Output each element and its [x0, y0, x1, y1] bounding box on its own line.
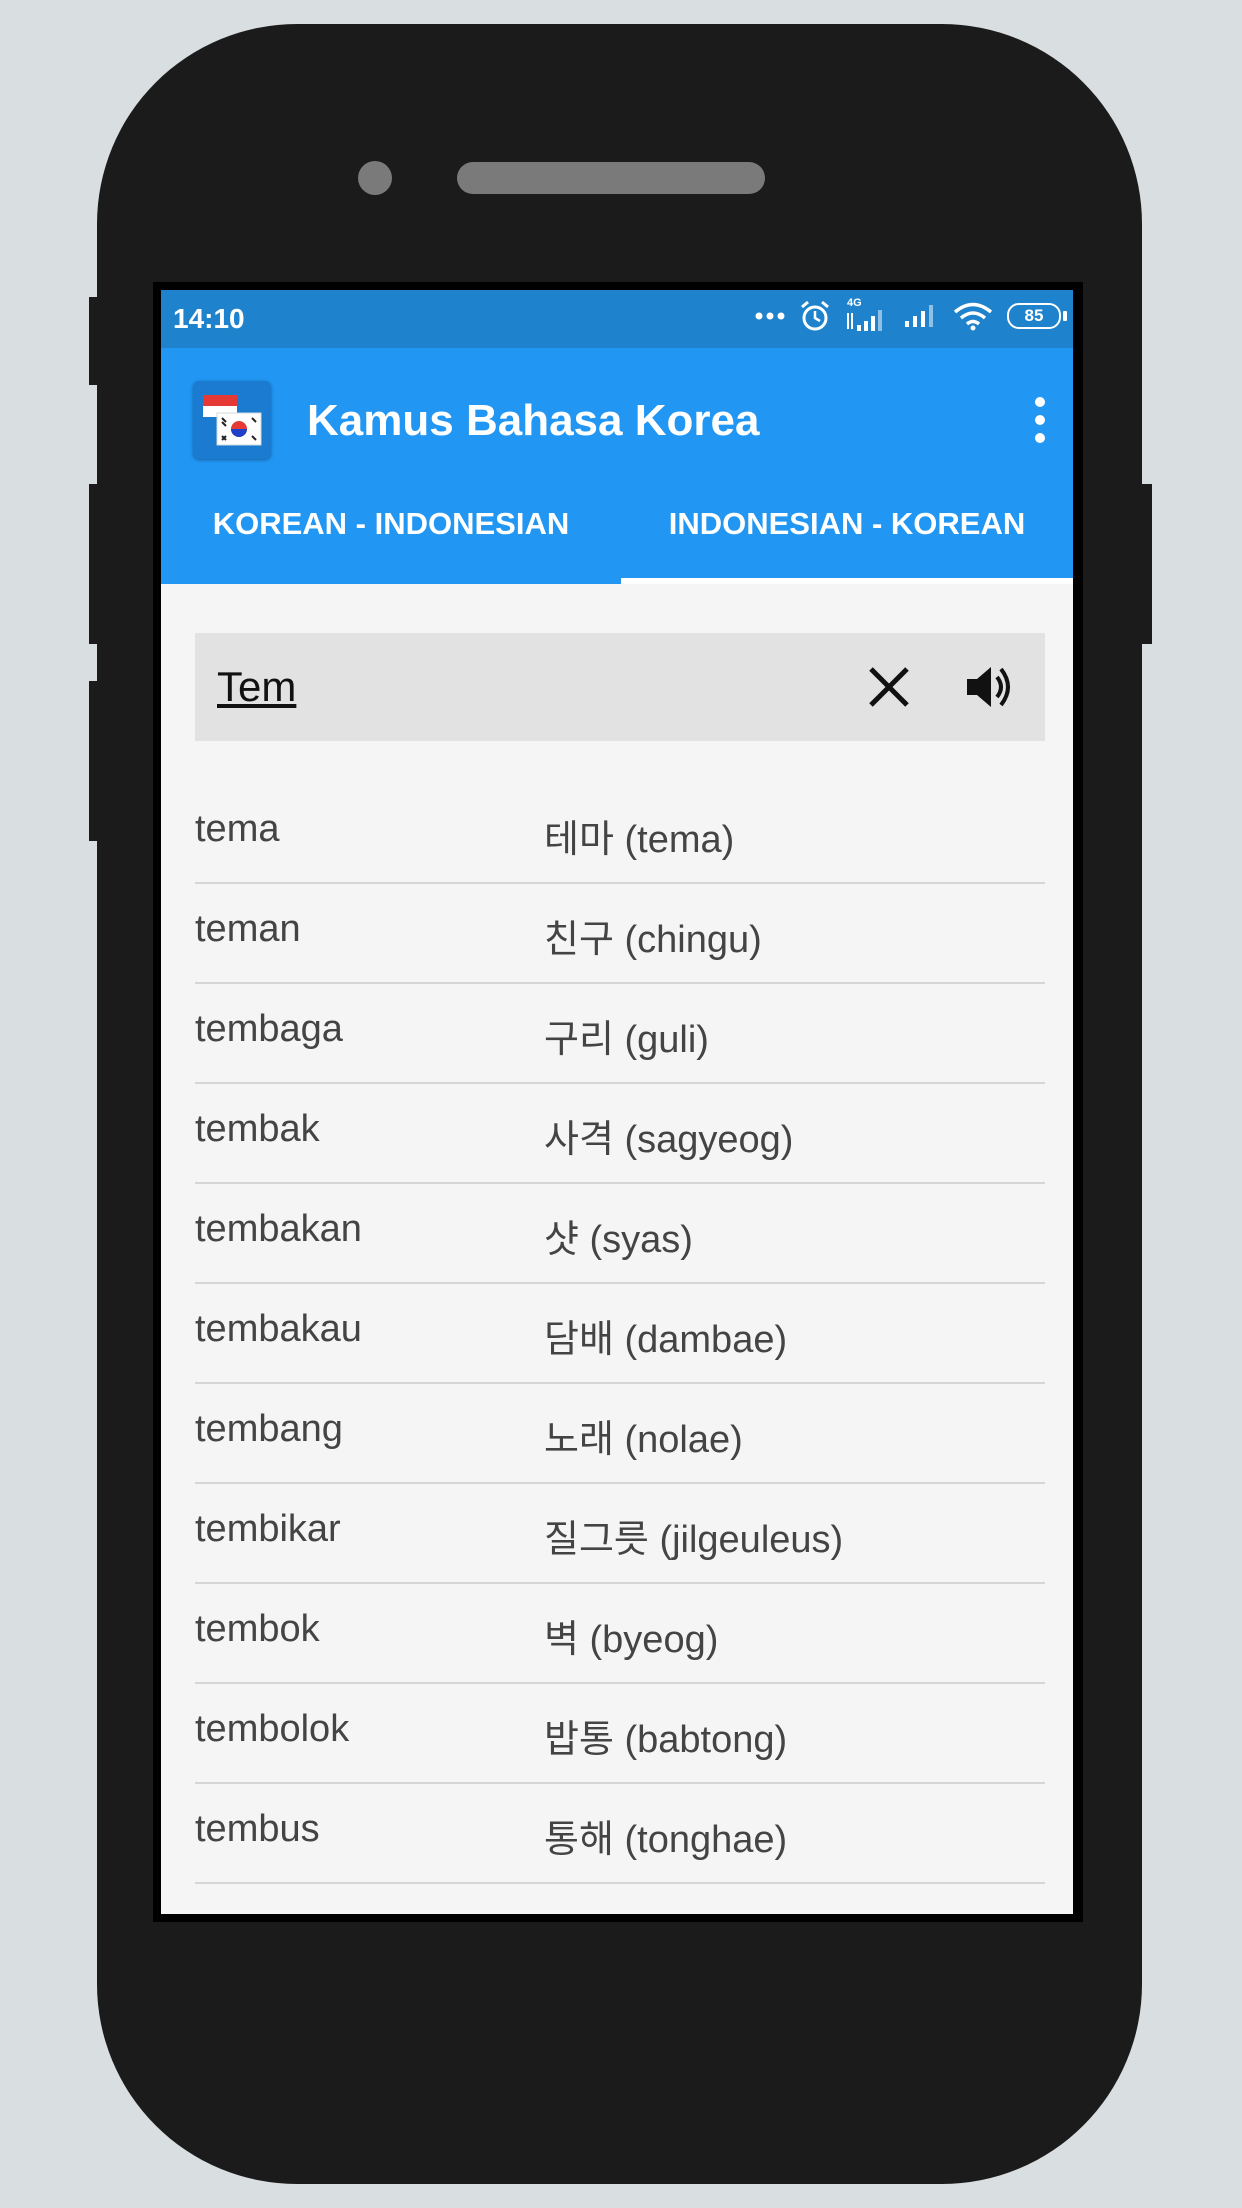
list-item[interactable]: teman 친구 (chingu) — [195, 884, 1045, 984]
word-indonesian: tembakau — [195, 1308, 362, 1350]
signal-icon — [905, 305, 933, 327]
list-item[interactable]: tembakau 담배 (dambae) — [195, 1284, 1045, 1384]
phone-side-button — [89, 681, 103, 841]
app-screen: 14:10 4G 85 Kamus Bahasa Korea KOREAN - … — [161, 290, 1073, 1914]
word-indonesian: teman — [195, 908, 301, 950]
list-item[interactable]: tembaga 구리 (guli) — [195, 984, 1045, 1084]
tab-label: KOREAN - INDONESIAN — [212, 506, 570, 541]
tab-korean-indonesian[interactable]: KOREAN - INDONESIAN — [161, 493, 621, 581]
battery-icon: 85 — [1007, 303, 1067, 329]
selected-tab-indicator — [621, 578, 1073, 584]
phone-side-button — [89, 297, 103, 385]
list-item[interactable]: tembang 노래 (nolae) — [195, 1384, 1045, 1484]
status-time: 14:10 — [173, 303, 245, 334]
word-korean: 벽 (byeog) — [544, 1619, 719, 1661]
more-dots-icon — [755, 312, 785, 320]
word-korean: 노래 (nolae) — [544, 1419, 743, 1461]
close-icon[interactable] — [865, 663, 913, 711]
tab-label: INDONESIAN - KOREAN — [668, 506, 1026, 541]
word-korean: 테마 (tema) — [544, 819, 735, 861]
word-indonesian: tembolok — [195, 1708, 350, 1750]
list-item[interactable]: tembus 통해 (tonghae) — [195, 1784, 1045, 1884]
phone-side-button — [1138, 484, 1152, 644]
wifi-icon — [953, 302, 993, 331]
word-korean: 친구 (chingu) — [544, 919, 762, 961]
earpiece-speaker — [457, 162, 765, 194]
word-korean: 밥통 (babtong) — [544, 1719, 788, 1761]
word-korean: 구리 (guli) — [544, 1019, 709, 1061]
word-indonesian: tembak — [195, 1108, 320, 1150]
word-korean: 질그릇 (jilgeuleus) — [544, 1519, 844, 1561]
word-indonesian: tembakan — [195, 1208, 362, 1250]
list-item[interactable]: tembok 벽 (byeog) — [195, 1584, 1045, 1684]
signal-4g-icon: 4G — [845, 297, 889, 333]
status-bar: 14:10 4G 85 — [161, 290, 1073, 348]
tab-indonesian-korean[interactable]: INDONESIAN - KOREAN — [621, 493, 1073, 581]
word-korean: 샷 (syas) — [544, 1219, 693, 1261]
word-indonesian: tema — [195, 808, 280, 850]
results-list: tema 테마 (tema) teman 친구 (chingu) tembaga… — [195, 784, 1045, 1884]
volume-icon[interactable] — [961, 659, 1017, 715]
app-title: Kamus Bahasa Korea — [307, 396, 760, 445]
battery-level: 85 — [1007, 303, 1061, 329]
word-korean: 사격 (sagyeog) — [544, 1119, 794, 1161]
alarm-icon — [801, 300, 829, 331]
list-item[interactable]: tembak 사격 (sagyeog) — [195, 1084, 1045, 1184]
indonesia-korea-flag-icon — [193, 381, 271, 459]
list-item[interactable]: tembolok 밥통 (babtong) — [195, 1684, 1045, 1784]
list-item[interactable]: tembikar 질그릇 (jilgeuleus) — [195, 1484, 1045, 1584]
word-korean: 통해 (tonghae) — [544, 1819, 788, 1861]
list-item[interactable]: tema 테마 (tema) — [195, 784, 1045, 884]
word-indonesian: tembaga — [195, 1008, 343, 1050]
word-indonesian: tembus — [195, 1808, 320, 1850]
phone-side-button — [89, 484, 103, 644]
search-input[interactable] — [217, 655, 777, 719]
word-korean: 담배 (dambae) — [544, 1319, 788, 1361]
search-box — [195, 633, 1045, 741]
status-icons: 4G 85 — [755, 297, 1067, 333]
word-indonesian: tembang — [195, 1408, 343, 1450]
app-bar: Kamus Bahasa Korea KOREAN - INDONESIAN I… — [161, 348, 1073, 584]
word-indonesian: tembok — [195, 1608, 320, 1650]
more-vert-icon[interactable] — [1033, 396, 1047, 444]
front-camera — [358, 161, 392, 195]
list-item[interactable]: tembakan 샷 (syas) — [195, 1184, 1045, 1284]
word-indonesian: tembikar — [195, 1508, 341, 1550]
